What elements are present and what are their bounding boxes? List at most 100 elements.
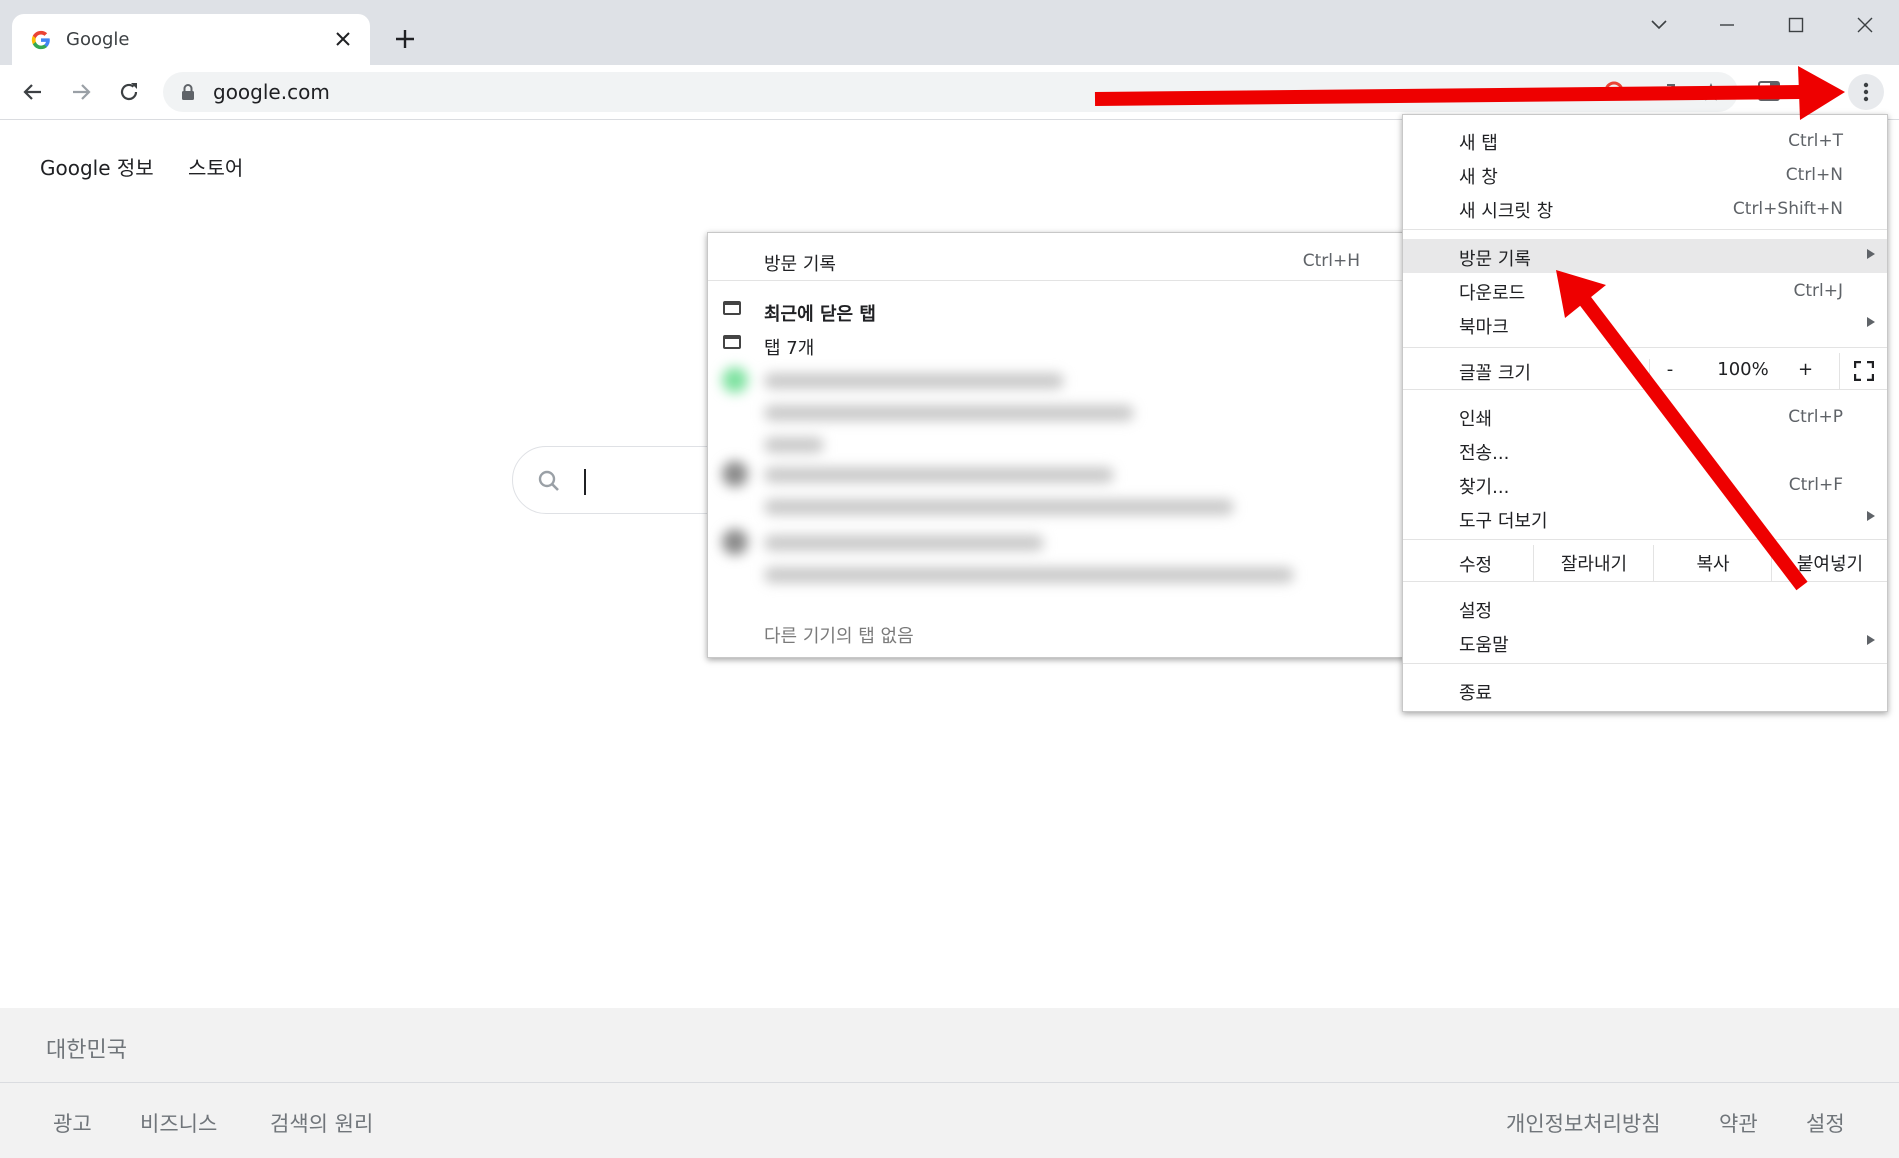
zoom-value: 100% [1717, 359, 1769, 380]
address-bar[interactable]: google.com [163, 72, 1738, 112]
blurred-favicon [722, 529, 748, 555]
menu-item-label: 새 창 [1459, 167, 1498, 188]
menu-separator [1403, 663, 1887, 664]
fullscreen-button[interactable] [1839, 353, 1888, 389]
submenu-arrow-icon [1867, 249, 1875, 259]
footer-link-settings[interactable]: 설정 [1806, 1108, 1845, 1138]
menu-item-shortcut: Ctrl+F [1788, 475, 1843, 495]
menu-item-history[interactable]: 방문 기록 Ctrl+H [708, 243, 1404, 277]
bookmark-star-icon[interactable] [1700, 81, 1722, 103]
tab-window-icon [723, 301, 741, 315]
menu-item-label: 다른 기기의 탭 없음 [764, 626, 914, 647]
menu-item-label: 도구 더보기 [1459, 511, 1548, 532]
paste-button[interactable]: 붙여넣기 [1771, 545, 1888, 581]
menu-item-settings[interactable]: 설정 [1403, 591, 1887, 625]
menu-item-shortcut: Ctrl+H [1302, 251, 1360, 271]
three-dots-vertical-icon [1863, 82, 1869, 102]
blurred-entry [764, 373, 1064, 389]
blurred-history-entries [708, 359, 1404, 607]
top-links: Google 정보 스토어 [40, 152, 271, 181]
menu-item-find[interactable]: 찾기... Ctrl+F [1403, 467, 1887, 501]
footer-link-ads[interactable]: 광고 [53, 1108, 92, 1138]
menu-separator [1403, 581, 1887, 582]
tab-google[interactable]: Google [12, 14, 370, 65]
menu-item-label: 종료 [1459, 683, 1493, 704]
store-link[interactable]: 스토어 [188, 156, 243, 180]
footer-link-business[interactable]: 비즈니스 [140, 1108, 217, 1138]
menu-item-label: 다운로드 [1459, 283, 1526, 304]
tab-title: Google [66, 29, 130, 50]
blurred-favicon [722, 367, 748, 393]
menu-separator [708, 280, 1404, 281]
blurred-entry [764, 467, 1114, 483]
menu-item-history[interactable]: 방문 기록 [1403, 239, 1887, 273]
forward-arrow-icon [73, 84, 91, 100]
blurred-entry [764, 437, 824, 453]
menu-separator [1403, 539, 1887, 540]
new-tab-button[interactable] [390, 24, 420, 54]
menu-item-shortcut: Ctrl+P [1788, 407, 1843, 427]
maximize-button[interactable] [1771, 8, 1821, 42]
submenu-arrow-icon [1867, 511, 1875, 521]
toolbar: google.com [0, 65, 1899, 120]
google-extension-icon[interactable] [1604, 81, 1624, 101]
menu-item-cast[interactable]: 전송... [1403, 433, 1887, 467]
menu-item-shortcut: Ctrl+N [1785, 165, 1843, 185]
cut-button[interactable]: 잘라내기 [1533, 545, 1654, 581]
url-text[interactable]: google.com [213, 80, 330, 104]
menu-item-label: 북마크 [1459, 317, 1509, 338]
reload-icon [120, 83, 138, 101]
blurred-entry [764, 567, 1294, 583]
lock-icon[interactable] [181, 83, 195, 101]
footer-country: 대한민국 [46, 1038, 127, 1063]
back-button[interactable] [15, 74, 51, 110]
tab-window-icon [723, 335, 741, 349]
zoom-in-button[interactable]: + [1798, 359, 1838, 380]
close-window-button[interactable] [1840, 8, 1890, 42]
menu-item-help[interactable]: 도움말 [1403, 625, 1887, 659]
menu-item-new-window[interactable]: 새 창 Ctrl+N [1403, 157, 1887, 191]
blurred-entry [764, 499, 1234, 515]
menu-item-label: 인쇄 [1459, 409, 1493, 430]
history-submenu: 방문 기록 Ctrl+H 최근에 닫은 탭 탭 7개 다른 기기의 탭 없음 [707, 232, 1405, 658]
share-icon[interactable] [1658, 81, 1678, 101]
text-caret [584, 469, 586, 495]
menu-item-new-tab[interactable]: 새 탭 Ctrl+T [1403, 123, 1887, 157]
footer-link-privacy[interactable]: 개인정보처리방침 [1506, 1108, 1661, 1138]
menu-item-print[interactable]: 인쇄 Ctrl+P [1403, 399, 1887, 433]
copy-button[interactable]: 복사 [1653, 545, 1772, 581]
about-google-link[interactable]: Google 정보 [40, 156, 154, 180]
menu-item-label: 찾기... [1459, 477, 1510, 498]
menu-item-label: 새 시크릿 창 [1459, 201, 1554, 222]
back-arrow-icon [23, 84, 41, 100]
blurred-favicon [722, 461, 748, 487]
minimize-icon [1720, 24, 1734, 26]
menu-separator [1403, 389, 1887, 390]
footer: 대한민국 광고 비즈니스 검색의 원리 개인정보처리방침 약관 설정 [0, 1008, 1899, 1158]
menu-item-label: 도움말 [1459, 635, 1509, 656]
menu-item-label: 새 탭 [1459, 133, 1498, 154]
side-panel-icon[interactable] [1758, 81, 1780, 101]
zoom-out-button[interactable]: - [1649, 359, 1690, 380]
chevron-down-icon [1651, 20, 1667, 30]
tab-search-button[interactable] [1634, 8, 1684, 42]
zoom-label: 글꼴 크기 [1459, 363, 1531, 384]
menu-item-incognito[interactable]: 새 시크릿 창 Ctrl+Shift+N [1403, 191, 1887, 225]
menu-item-shortcut: Ctrl+T [1788, 131, 1843, 151]
menu-item-tab-group[interactable]: 탭 7개 [708, 327, 1404, 361]
menu-item-more-tools[interactable]: 도구 더보기 [1403, 501, 1887, 535]
blurred-entry [764, 535, 1044, 551]
menu-item-downloads[interactable]: 다운로드 Ctrl+J [1403, 273, 1887, 307]
forward-button[interactable] [63, 74, 99, 110]
menu-item-exit[interactable]: 종료 [1403, 673, 1887, 707]
menu-item-bookmarks[interactable]: 북마크 [1403, 307, 1887, 341]
tab-strip: Google [0, 0, 1899, 65]
minimize-button[interactable] [1702, 8, 1752, 42]
reload-button[interactable] [111, 74, 147, 110]
footer-country-bar: 대한민국 [0, 1008, 1899, 1083]
menu-separator [1403, 229, 1887, 230]
tab-close-icon[interactable] [330, 26, 356, 52]
chrome-menu-button[interactable] [1848, 74, 1884, 110]
footer-link-how-search-works[interactable]: 검색의 원리 [270, 1108, 373, 1138]
footer-link-terms[interactable]: 약관 [1719, 1108, 1758, 1138]
